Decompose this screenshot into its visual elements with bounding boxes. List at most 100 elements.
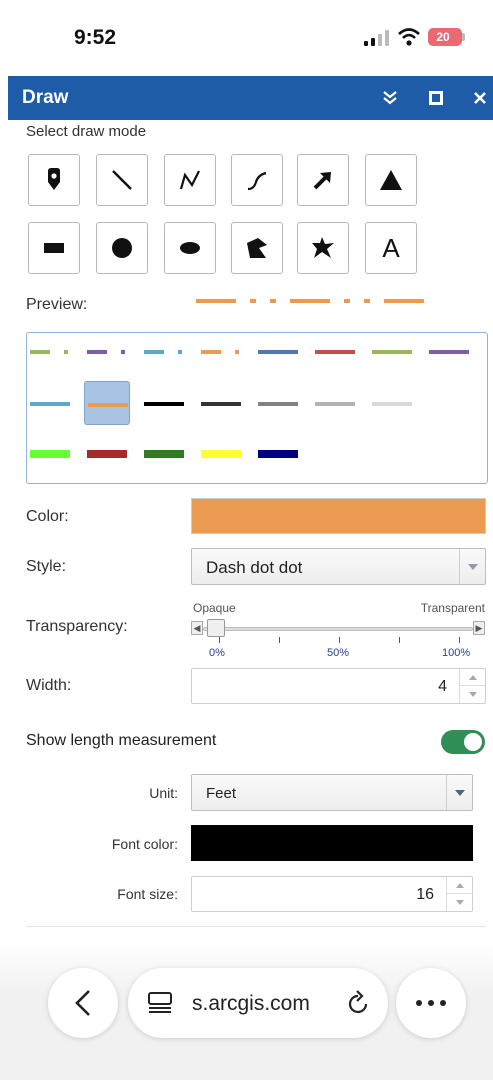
unit-value: Feet (206, 785, 237, 802)
palette-swatch[interactable] (255, 443, 299, 463)
font-color-label: Font color: (111, 836, 178, 852)
font-size-spin-buttons (446, 877, 473, 911)
tool-rectangle-button[interactable] (28, 222, 80, 274)
tool-text-button[interactable]: A (365, 222, 417, 274)
tool-triangle-button[interactable] (365, 154, 417, 206)
panel-header: Draw (8, 76, 493, 120)
style-select[interactable]: Dash dot dot (191, 548, 486, 585)
palette-swatch[interactable] (369, 341, 413, 361)
style-dropdown-arrow[interactable] (459, 549, 485, 584)
palette-swatch[interactable] (255, 393, 299, 413)
palette-swatch[interactable] (27, 443, 71, 463)
maximize-button[interactable] (422, 84, 450, 112)
palette-swatch[interactable] (141, 443, 185, 463)
swatch-line (30, 402, 70, 406)
back-button[interactable] (48, 968, 118, 1038)
freehand-line-icon (247, 171, 267, 191)
palette-swatch[interactable] (27, 393, 71, 413)
width-spin-buttons (459, 669, 486, 703)
slider-min-label: Opaque (193, 601, 236, 615)
swatch-line (87, 450, 127, 458)
font-color-picker[interactable] (191, 825, 473, 861)
ellipse-icon (180, 242, 200, 254)
double-chevron-down-icon (383, 91, 397, 105)
reload-icon[interactable] (346, 990, 370, 1016)
triangle-icon (380, 170, 402, 190)
palette-swatch[interactable] (27, 341, 71, 361)
font-size-increment[interactable] (447, 877, 473, 894)
palette-swatch[interactable] (141, 341, 185, 361)
battery-level: 20 (436, 30, 450, 44)
chevron-down-icon (469, 692, 477, 697)
close-button[interactable] (466, 84, 493, 112)
palette-swatch[interactable] (84, 381, 130, 425)
chevron-down-icon (456, 900, 464, 905)
slider-tick (459, 637, 460, 643)
tool-arrow-button[interactable] (297, 154, 349, 206)
collapse-button[interactable] (376, 84, 404, 112)
battery-tip (462, 33, 465, 41)
line-icon (112, 170, 132, 190)
width-spinner[interactable]: 4 (191, 668, 486, 704)
palette-swatch[interactable] (255, 341, 299, 361)
swatch-line (144, 402, 184, 406)
width-decrement[interactable] (460, 686, 486, 703)
arrow-icon (313, 172, 331, 190)
slider-increment[interactable]: ▶ (473, 621, 485, 635)
slider-thumb[interactable] (207, 619, 225, 637)
chevron-down-icon (467, 563, 478, 570)
palette-swatch[interactable] (369, 393, 413, 413)
chevron-left-icon (75, 990, 90, 1016)
palette-swatch[interactable] (198, 341, 242, 361)
tool-polyline-button[interactable] (164, 154, 216, 206)
tool-circle-button[interactable] (96, 222, 148, 274)
width-increment[interactable] (460, 669, 486, 686)
page-menu-icon (148, 992, 172, 1013)
palette-swatch[interactable] (312, 341, 356, 361)
more-button[interactable] (396, 968, 466, 1038)
swatch-line (88, 403, 128, 407)
swatch-line (258, 450, 298, 458)
polygon-icon (247, 238, 267, 258)
status-bar: 9:52 20 (0, 0, 493, 76)
unit-dropdown-arrow[interactable] (446, 775, 472, 810)
line-symbol-palette (26, 332, 488, 484)
swatch-line (429, 350, 469, 354)
circle-icon (112, 238, 132, 258)
palette-swatch[interactable] (84, 443, 128, 463)
swatch-line (30, 350, 70, 354)
color-picker[interactable] (191, 498, 486, 534)
palette-swatch[interactable] (84, 341, 128, 361)
width-label: Width: (26, 677, 72, 694)
preview-line (196, 299, 430, 303)
swatch-line (30, 450, 70, 458)
tool-ellipse-button[interactable] (164, 222, 216, 274)
font-size-decrement[interactable] (447, 894, 473, 911)
palette-swatch[interactable] (198, 393, 242, 413)
palette-swatch[interactable] (198, 443, 242, 463)
font-size-spinner[interactable]: 16 (191, 876, 473, 912)
address-bar[interactable]: s.arcgis.com (128, 968, 388, 1038)
tool-point-button[interactable] (28, 154, 80, 206)
tool-freehand-line-button[interactable] (231, 154, 283, 206)
preview-label: Preview: (26, 296, 88, 313)
tool-polygon-button[interactable] (231, 222, 283, 274)
palette-swatch[interactable] (312, 393, 356, 413)
palette-swatch[interactable] (426, 341, 470, 361)
tool-line-button[interactable] (96, 154, 148, 206)
length-measurement-toggle[interactable] (441, 730, 485, 754)
slider-tick (219, 637, 220, 643)
wifi-icon (398, 28, 420, 46)
slider-decrement[interactable]: ◀ (191, 621, 203, 635)
slider-max-label: Transparent (420, 601, 485, 615)
palette-swatch[interactable] (141, 393, 185, 413)
slider-tick (399, 637, 400, 643)
polyline-icon (179, 170, 200, 190)
slider-track[interactable] (203, 627, 473, 631)
slider-tick-label: 0% (209, 647, 225, 659)
unit-select[interactable]: Feet (191, 774, 473, 811)
tool-freehand-polygon-button[interactable] (297, 222, 349, 274)
length-measurement-label: Show length measurement (26, 732, 217, 749)
slider-tick-label: 100% (442, 647, 471, 659)
swatch-line (315, 402, 355, 406)
